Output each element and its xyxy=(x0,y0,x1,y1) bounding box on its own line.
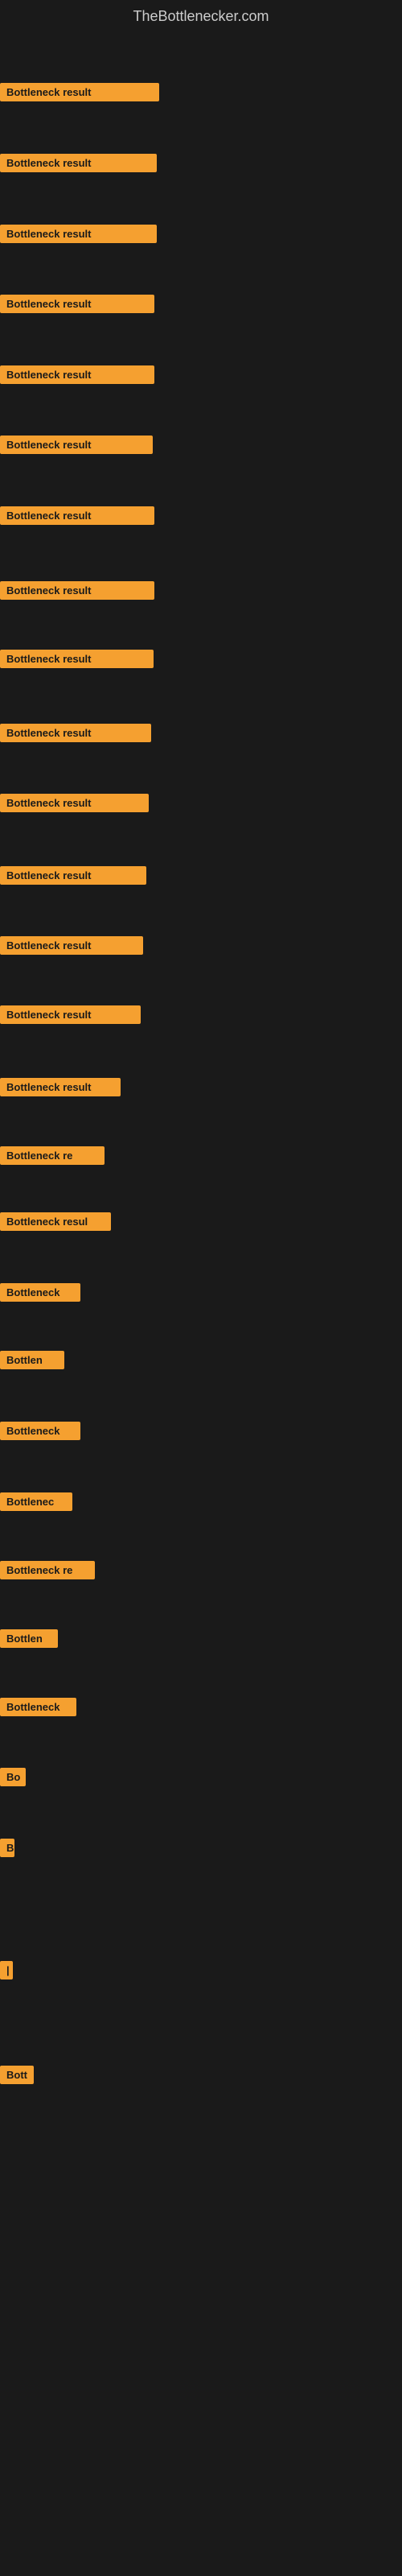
bottleneck-badge: Bottleneck result xyxy=(0,83,159,101)
bottleneck-badge: Bottleneck xyxy=(0,1283,80,1302)
bottleneck-badge: Bottleneck result xyxy=(0,365,154,384)
bottleneck-result-item[interactable]: | xyxy=(0,1961,13,1984)
bottleneck-badge: Bottleneck xyxy=(0,1422,80,1440)
bottleneck-result-item[interactable]: Bottleneck result xyxy=(0,1078,121,1100)
bottleneck-result-item[interactable]: Bottlenec xyxy=(0,1492,72,1515)
bottleneck-badge: Bottlenec xyxy=(0,1492,72,1511)
bottleneck-result-item[interactable]: Bottleneck result xyxy=(0,295,154,317)
bottleneck-badge: Bottleneck result xyxy=(0,506,154,525)
bottleneck-badge: Bottleneck result xyxy=(0,225,157,243)
bottleneck-badge: Bottleneck result xyxy=(0,1078,121,1096)
bottleneck-badge: Bottleneck result xyxy=(0,794,149,812)
bottleneck-result-item[interactable]: Bottleneck result xyxy=(0,365,154,388)
bottleneck-result-item[interactable]: Bottlen xyxy=(0,1629,58,1652)
bottleneck-badge: | xyxy=(0,1961,13,1979)
bottleneck-result-item[interactable]: Bottleneck xyxy=(0,1283,80,1306)
bottleneck-badge: Bottleneck resul xyxy=(0,1212,111,1231)
bottleneck-result-item[interactable]: Bottleneck result xyxy=(0,83,159,105)
bottleneck-badge: Bottleneck result xyxy=(0,295,154,313)
bottleneck-badge: Bottleneck xyxy=(0,1698,76,1716)
bottleneck-result-item[interactable]: Bottleneck result xyxy=(0,1005,141,1028)
bottleneck-badge: Bo xyxy=(0,1768,26,1786)
bottleneck-result-item[interactable]: Bo xyxy=(0,1768,26,1790)
bottleneck-result-item[interactable]: Bottleneck result xyxy=(0,936,143,959)
bottleneck-result-item[interactable]: Bottleneck result xyxy=(0,794,149,816)
bottleneck-result-item[interactable]: Bottleneck xyxy=(0,1422,80,1444)
bottleneck-badge: Bottleneck result xyxy=(0,581,154,600)
bottleneck-badge: Bottleneck result xyxy=(0,436,153,454)
bottleneck-result-item[interactable]: Bottleneck result xyxy=(0,436,153,458)
bottleneck-result-item[interactable]: Bottleneck result xyxy=(0,154,157,176)
bottleneck-badge: Bott xyxy=(0,2066,34,2084)
bottleneck-badge: B xyxy=(0,1839,14,1857)
bottleneck-result-item[interactable]: Bottleneck xyxy=(0,1698,76,1720)
bottleneck-result-item[interactable]: Bottleneck result xyxy=(0,650,154,672)
bottleneck-badge: Bottleneck result xyxy=(0,154,157,172)
bottleneck-badge: Bottleneck result xyxy=(0,724,151,742)
bottleneck-result-item[interactable]: Bottleneck result xyxy=(0,724,151,746)
bottleneck-result-item[interactable]: Bottleneck result xyxy=(0,225,157,247)
bottleneck-result-item[interactable]: Bottleneck resul xyxy=(0,1212,111,1235)
bottleneck-badge: Bottleneck re xyxy=(0,1146,105,1165)
bottleneck-badge: Bottleneck result xyxy=(0,866,146,885)
bottleneck-result-item[interactable]: Bottleneck result xyxy=(0,866,146,889)
site-title: TheBottlenecker.com xyxy=(0,0,402,37)
bottleneck-badge: Bottlen xyxy=(0,1629,58,1648)
bottleneck-result-item[interactable]: Bottleneck result xyxy=(0,581,154,604)
bottleneck-result-item[interactable]: Bottleneck result xyxy=(0,506,154,529)
bottleneck-badge: Bottleneck result xyxy=(0,650,154,668)
bottleneck-result-item[interactable]: Bottleneck re xyxy=(0,1561,95,1583)
bottleneck-badge: Bottleneck result xyxy=(0,936,143,955)
bottleneck-badge: Bottlen xyxy=(0,1351,64,1369)
bottleneck-result-item[interactable]: Bottleneck re xyxy=(0,1146,105,1169)
bottleneck-result-item[interactable]: B xyxy=(0,1839,14,1861)
bottleneck-badge: Bottleneck re xyxy=(0,1561,95,1579)
bottleneck-badge: Bottleneck result xyxy=(0,1005,141,1024)
bottleneck-result-item[interactable]: Bott xyxy=(0,2066,34,2088)
bottleneck-result-item[interactable]: Bottlen xyxy=(0,1351,64,1373)
